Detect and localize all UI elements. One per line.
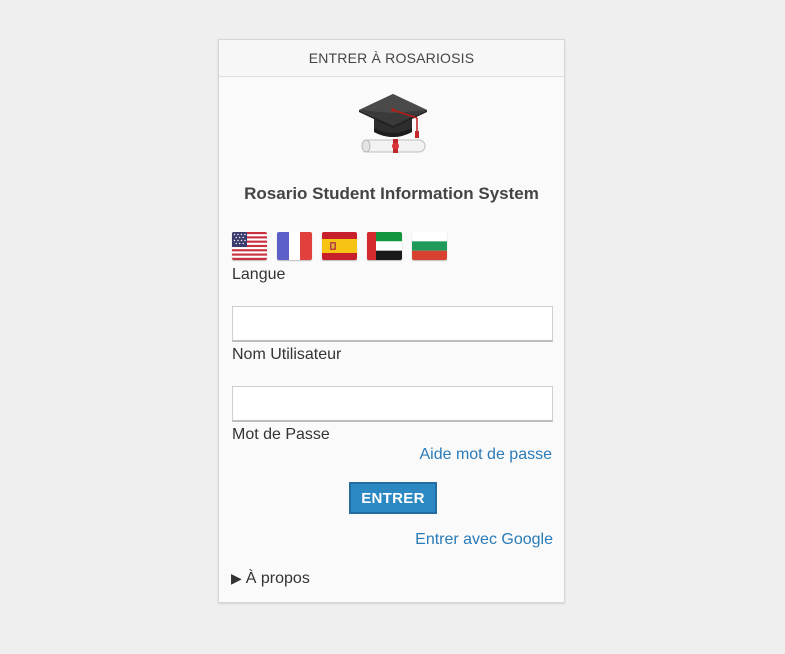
panel-title: ENTRER À ROSARIOSIS — [219, 40, 564, 77]
bulgaria-flag-icon[interactable] — [412, 232, 447, 260]
about-label: À propos — [245, 570, 310, 587]
graduation-cap-logo-icon — [357, 88, 429, 160]
username-input[interactable] — [232, 306, 553, 342]
about-toggle[interactable]: ▶ À propos — [231, 570, 310, 588]
google-login-link[interactable]: Entrer avec Google — [415, 531, 553, 549]
spain-flag-icon[interactable] — [322, 232, 357, 260]
username-label: Nom Utilisateur — [232, 346, 342, 363]
password-help-link[interactable]: Aide mot de passe — [419, 446, 552, 464]
france-flag-icon[interactable] — [277, 232, 312, 260]
language-label: Langue — [232, 266, 286, 283]
us-flag-icon[interactable] — [232, 232, 267, 260]
login-submit-button[interactable]: ENTRER — [349, 482, 437, 514]
language-flags — [232, 232, 447, 260]
login-panel: ENTRER À ROSARIOSIS Rosario Student Info… — [218, 39, 565, 603]
password-input[interactable] — [232, 386, 553, 422]
system-title: Rosario Student Information System — [244, 184, 539, 203]
password-label: Mot de Passe — [232, 426, 330, 443]
uae-flag-icon[interactable] — [367, 232, 402, 260]
triangle-right-icon: ▶ — [231, 570, 242, 586]
